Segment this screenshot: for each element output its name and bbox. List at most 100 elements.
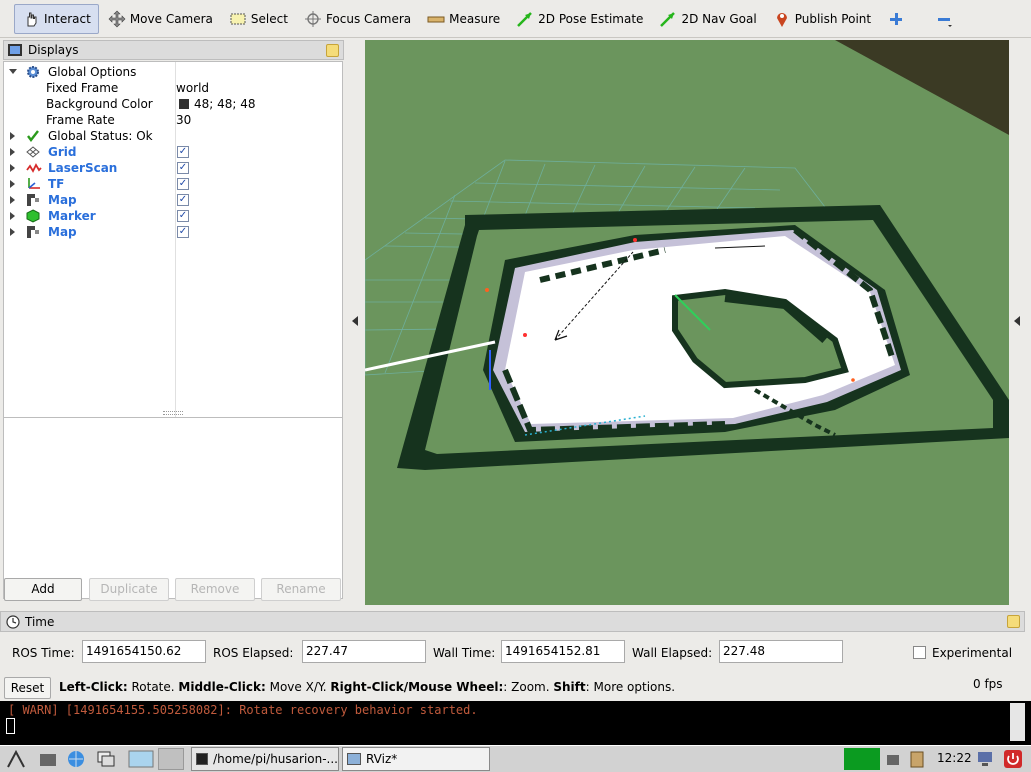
background-color-row[interactable]: Background Color 48; 48; 48	[4, 96, 344, 112]
display-item-tf[interactable]: TF ✓	[4, 176, 344, 192]
splitter-handle[interactable]	[163, 411, 183, 415]
scene-background-corner	[835, 40, 1009, 135]
clock-icon	[6, 615, 20, 629]
experimental-label: Experimental	[932, 646, 1013, 660]
workspace-2[interactable]	[158, 748, 184, 770]
display-enable-checkbox[interactable]: ✓	[177, 178, 189, 190]
display-enable-checkbox[interactable]: ✓	[177, 146, 189, 158]
move-icon	[108, 10, 126, 28]
interact-tool-button[interactable]: Interact	[14, 3, 99, 34]
collapse-left-icon[interactable]	[352, 316, 358, 326]
map-scene[interactable]	[365, 40, 1009, 605]
focus-camera-tool-label: Focus Camera	[325, 11, 412, 26]
grid-icon	[26, 146, 40, 158]
fixed-frame-label: Fixed Frame	[46, 81, 119, 95]
display-enable-checkbox[interactable]: ✓	[177, 210, 189, 222]
terminal-icon	[196, 753, 209, 765]
workspace-icon[interactable]	[128, 749, 154, 769]
console-scrollbar[interactable]	[1010, 703, 1025, 741]
pose-estimate-tool-button[interactable]: 2D Pose Estimate	[509, 4, 650, 34]
rename-display-button[interactable]: Rename	[261, 578, 341, 601]
add-display-button[interactable]: Add	[4, 578, 82, 601]
plus-icon	[887, 10, 905, 28]
publish-point-tool-button[interactable]: Publish Point	[766, 4, 878, 34]
expand-right-icon[interactable]	[9, 196, 17, 204]
marker-cube-icon	[26, 209, 40, 223]
display-item-map-2[interactable]: Map ✓	[4, 224, 344, 240]
ros-elapsed-field[interactable]: 227.47	[302, 640, 426, 663]
collapse-right-icon[interactable]	[1014, 316, 1020, 326]
render-3d-view[interactable]	[365, 40, 1009, 605]
left-dock-splitter[interactable]	[345, 40, 364, 605]
expand-right-icon[interactable]	[9, 228, 17, 236]
nav-goal-tool-button[interactable]: 2D Nav Goal	[652, 4, 763, 34]
display-enable-checkbox[interactable]: ✓	[177, 162, 189, 174]
browser-icon[interactable]	[66, 749, 86, 769]
file-manager-icon[interactable]	[38, 749, 58, 769]
power-icon[interactable]	[1003, 749, 1023, 769]
add-tool-button[interactable]	[880, 4, 916, 34]
ruler-icon	[427, 10, 445, 28]
frame-rate-value[interactable]: 30	[176, 113, 191, 127]
nav-arrow-icon	[659, 10, 677, 28]
display-item-laserscan[interactable]: LaserScan ✓	[4, 160, 344, 176]
expand-down-icon[interactable]	[9, 68, 17, 76]
expand-right-icon[interactable]	[9, 148, 17, 156]
background-color-value[interactable]: 48; 48; 48	[194, 97, 256, 111]
display-item-label: Map	[48, 225, 77, 239]
move-camera-tool-button[interactable]: Move Camera	[101, 4, 220, 34]
terminal-task-button[interactable]: /home/pi/husarion-...	[191, 747, 339, 771]
main-toolbar: Interact Move Camera Select Focus Camera…	[0, 0, 1031, 38]
network-icon[interactable]	[884, 749, 904, 769]
right-dock-splitter[interactable]	[1010, 40, 1031, 605]
display-item-grid[interactable]: Grid ✓	[4, 144, 344, 160]
focus-camera-tool-button[interactable]: Focus Camera	[297, 4, 418, 34]
duplicate-display-button[interactable]: Duplicate	[89, 578, 169, 601]
float-panel-button[interactable]	[1007, 615, 1020, 628]
monitor-icon	[8, 44, 22, 56]
reset-button[interactable]: Reset	[4, 677, 51, 699]
windows-icon[interactable]	[96, 749, 116, 769]
display-item-marker[interactable]: Marker ✓	[4, 208, 344, 224]
wall-time-field[interactable]: 1491654152.81	[501, 640, 625, 663]
interact-tool-label: Interact	[44, 11, 91, 26]
global-status-row[interactable]: Global Status: Ok	[4, 128, 344, 144]
time-panel: Time ROS Time: 1491654150.62 ROS Elapsed…	[0, 611, 1031, 701]
hint-right-click: Right-Click/Mouse Wheel:	[330, 680, 504, 694]
frame-rate-row[interactable]: Frame Rate 30	[4, 112, 344, 128]
screen-lock-icon[interactable]	[975, 749, 995, 769]
tf-axes-icon	[28, 178, 40, 189]
display-enable-checkbox[interactable]: ✓	[177, 226, 189, 238]
ros-time-field[interactable]: 1491654150.62	[82, 640, 206, 663]
expand-right-icon[interactable]	[9, 132, 17, 140]
display-item-map[interactable]: Map ✓	[4, 192, 344, 208]
hint-text: : Zoom.	[503, 680, 554, 694]
taskbar-clock: 12:22	[937, 751, 972, 765]
wall-elapsed-field[interactable]: 227.48	[719, 640, 843, 663]
cpu-monitor	[844, 748, 880, 770]
fixed-frame-value[interactable]: world	[176, 81, 209, 95]
remove-display-button[interactable]: Remove	[175, 578, 255, 601]
display-enable-checkbox[interactable]: ✓	[177, 194, 189, 206]
start-menu-icon[interactable]	[6, 749, 26, 769]
focus-icon	[304, 10, 322, 28]
fixed-frame-row[interactable]: Fixed Frame world	[4, 80, 344, 96]
float-panel-button[interactable]	[326, 44, 339, 57]
expand-right-icon[interactable]	[9, 164, 17, 172]
ros-elapsed-label: ROS Elapsed:	[213, 646, 294, 660]
expand-right-icon[interactable]	[9, 180, 17, 188]
remove-tool-button[interactable]	[928, 4, 964, 34]
terminal-console[interactable]: [ WARN] [1491654155.505258082]: Rotate r…	[0, 701, 1031, 745]
clipboard-icon[interactable]	[907, 749, 927, 769]
map-icon	[27, 194, 39, 206]
rviz-task-button[interactable]: RViz*	[342, 747, 490, 771]
minus-icon	[935, 10, 953, 28]
select-tool-button[interactable]: Select	[222, 4, 295, 34]
wall-time-label: Wall Time:	[433, 646, 496, 660]
expand-right-icon[interactable]	[9, 212, 17, 220]
global-options-row[interactable]: Global Options	[4, 64, 344, 80]
measure-tool-button[interactable]: Measure	[420, 4, 507, 34]
hand-icon	[22, 10, 40, 28]
experimental-checkbox[interactable]	[913, 646, 926, 659]
color-swatch[interactable]	[179, 99, 189, 109]
